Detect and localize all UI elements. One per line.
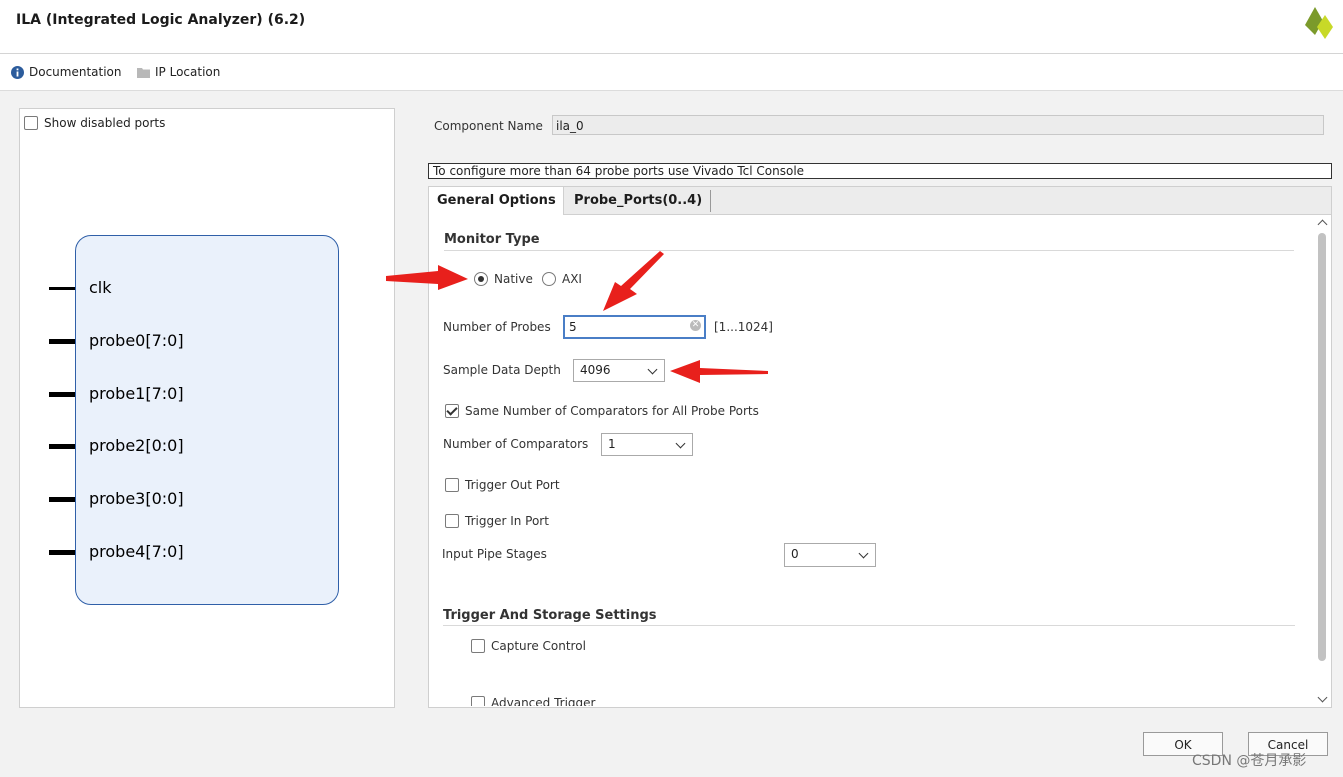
- num-probes-input[interactable]: 5 ✕: [563, 315, 706, 339]
- num-comparators-select[interactable]: 1: [601, 433, 693, 456]
- info-icon: [11, 65, 24, 79]
- native-label: Native: [494, 272, 533, 286]
- clear-icon[interactable]: ✕: [690, 320, 701, 331]
- port-clk: clk: [20, 278, 360, 298]
- radio-button[interactable]: [542, 272, 556, 286]
- show-disabled-label: Show disabled ports: [44, 116, 166, 130]
- port-pin: [49, 444, 75, 449]
- same-comparators-label: Same Number of Comparators for All Probe…: [465, 404, 759, 418]
- port-label: probe0[7:0]: [89, 331, 184, 350]
- tab-probe-ports[interactable]: Probe_Ports(0..4): [574, 187, 702, 214]
- toolbar: Documentation IP Location: [0, 54, 1343, 91]
- trigger-out-label: Trigger Out Port: [465, 478, 560, 492]
- tcl-console-note: To configure more than 64 probe ports us…: [428, 163, 1332, 179]
- advanced-trigger-checkbox[interactable]: Advanced Trigger: [471, 696, 595, 706]
- port-probe2: probe2[0:0]: [20, 436, 360, 456]
- port-pin: [49, 550, 75, 555]
- port-pin: [49, 497, 75, 502]
- monitor-axi-radio[interactable]: AXI: [542, 272, 582, 286]
- num-comparators-value: 1: [608, 437, 616, 451]
- input-pipe-value: 0: [791, 547, 799, 561]
- symbol-panel: Show disabled ports clk probe0[7:0] prob…: [19, 108, 395, 708]
- same-comparators-checkbox[interactable]: Same Number of Comparators for All Probe…: [445, 404, 759, 418]
- chevron-down-icon: [647, 364, 658, 375]
- checkbox-box[interactable]: [471, 696, 485, 706]
- port-label: probe1[7:0]: [89, 384, 184, 403]
- axi-label: AXI: [562, 272, 582, 286]
- num-probes-range: [1...1024]: [714, 320, 773, 334]
- documentation-label: Documentation: [29, 65, 122, 79]
- tab-strip: General Options Probe_Ports(0..4): [429, 187, 1331, 215]
- checkbox-box[interactable]: [471, 639, 485, 653]
- section-divider: [443, 625, 1295, 626]
- input-pipe-stages-label: Input Pipe Stages: [442, 547, 547, 561]
- folder-icon: [137, 67, 150, 78]
- scroll-thumb[interactable]: [1318, 233, 1326, 661]
- port-probe4: probe4[7:0]: [20, 542, 360, 562]
- vertical-scrollbar[interactable]: [1316, 217, 1328, 705]
- num-probes-value: 5: [569, 320, 577, 334]
- component-name-field[interactable]: ila_0: [552, 115, 1324, 135]
- trigger-storage-heading: Trigger And Storage Settings: [443, 608, 657, 623]
- tab-separator: [710, 190, 711, 212]
- checkbox-box[interactable]: [445, 478, 459, 492]
- port-label: probe3[0:0]: [89, 489, 184, 508]
- capture-control-checkbox[interactable]: Capture Control: [471, 639, 586, 653]
- port-pin: [49, 339, 75, 344]
- trigger-in-port-checkbox[interactable]: Trigger In Port: [445, 514, 549, 528]
- chevron-down-icon: [675, 438, 686, 449]
- advanced-trigger-label: Advanced Trigger: [491, 696, 596, 706]
- input-pipe-stages-select[interactable]: 0: [784, 543, 876, 567]
- port-label: probe2[0:0]: [89, 436, 184, 455]
- ip-location-link[interactable]: IP Location: [137, 65, 220, 79]
- title-bar: ILA (Integrated Logic Analyzer) (6.2): [0, 0, 1343, 54]
- trigger-in-label: Trigger In Port: [465, 514, 549, 528]
- radio-button[interactable]: [474, 272, 488, 286]
- port-label: clk: [89, 278, 112, 297]
- checkbox-box[interactable]: [445, 404, 459, 418]
- ip-location-label: IP Location: [155, 65, 221, 79]
- clipped-row: Advanced Trigger: [429, 690, 1315, 706]
- monitor-native-radio[interactable]: Native: [474, 272, 533, 286]
- watermark: CSDN @苍月承影: [1192, 753, 1307, 769]
- sample-depth-select[interactable]: 4096: [573, 359, 665, 382]
- num-probes-label: Number of Probes: [443, 320, 551, 334]
- section-divider: [444, 250, 1294, 251]
- monitor-type-heading: Monitor Type: [444, 232, 540, 247]
- checkbox-box[interactable]: [445, 514, 459, 528]
- xilinx-logo-icon: [1305, 7, 1333, 39]
- show-disabled-ports-checkbox[interactable]: Show disabled ports: [24, 116, 165, 130]
- component-name-label: Component Name: [434, 119, 543, 133]
- tab-general-options[interactable]: General Options: [429, 187, 564, 215]
- capture-control-label: Capture Control: [491, 639, 586, 653]
- port-probe3: probe3[0:0]: [20, 489, 360, 509]
- port-pin: [49, 287, 75, 290]
- num-comparators-label: Number of Comparators: [443, 437, 589, 451]
- chevron-down-icon: [858, 548, 869, 559]
- documentation-link[interactable]: Documentation: [11, 65, 122, 79]
- window-title: ILA (Integrated Logic Analyzer) (6.2): [16, 12, 306, 28]
- scroll-up-icon[interactable]: [1317, 219, 1328, 230]
- port-probe0: probe0[7:0]: [20, 331, 360, 351]
- scroll-down-icon[interactable]: [1317, 692, 1328, 703]
- port-label: probe4[7:0]: [89, 542, 184, 561]
- sample-depth-label: Sample Data Depth: [443, 363, 561, 377]
- port-probe1: probe1[7:0]: [20, 384, 360, 404]
- checkbox-box[interactable]: [24, 116, 38, 130]
- port-pin: [49, 392, 75, 397]
- trigger-out-port-checkbox[interactable]: Trigger Out Port: [445, 478, 560, 492]
- sample-depth-value: 4096: [580, 363, 611, 377]
